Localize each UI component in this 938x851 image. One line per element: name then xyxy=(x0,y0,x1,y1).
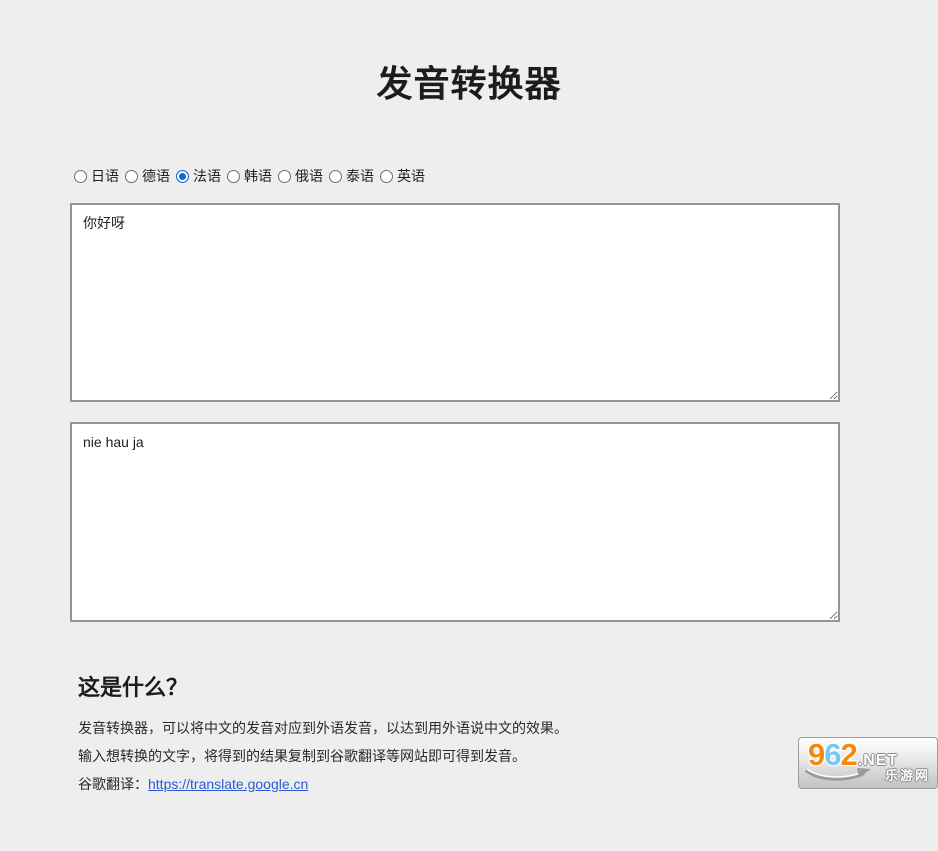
radio-label: 俄语 xyxy=(295,166,323,186)
radio-label: 韩语 xyxy=(244,166,272,186)
962net-watermark: 962 .NET 乐游网 xyxy=(798,737,938,789)
link-prefix: 谷歌翻译： xyxy=(78,776,148,792)
radio-option-english[interactable]: 英语 xyxy=(380,166,425,186)
watermark-site-label: 乐游网 xyxy=(885,765,930,784)
info-paragraph-2: 输入想转换的文字，将得到的结果复制到谷歌翻译等网站即可得到发音。 xyxy=(78,746,840,766)
google-translate-link[interactable]: https://translate.google.cn xyxy=(148,776,308,792)
radio-label: 日语 xyxy=(91,166,119,186)
radio-option-korean[interactable]: 韩语 xyxy=(227,166,272,186)
radio-option-french[interactable]: 法语 xyxy=(176,166,221,186)
info-paragraph-3: 谷歌翻译：https://translate.google.cn xyxy=(78,774,840,794)
radio-option-japanese[interactable]: 日语 xyxy=(74,166,119,186)
page-title: 发音转换器 xyxy=(0,62,938,106)
radio-icon[interactable] xyxy=(278,170,291,183)
radio-icon[interactable] xyxy=(74,170,87,183)
radio-label: 英语 xyxy=(397,166,425,186)
swoosh-arrow-icon xyxy=(804,767,872,782)
main-content: 日语 德语 法语 韩语 俄语 泰语 英语 你好呀 nie hau ja 这是什么 xyxy=(70,166,840,794)
radio-icon[interactable] xyxy=(329,170,342,183)
language-radio-group: 日语 德语 法语 韩语 俄语 泰语 英语 xyxy=(74,166,840,186)
result-text-output[interactable]: nie hau ja xyxy=(70,422,840,622)
source-text-input[interactable]: 你好呀 xyxy=(70,203,840,402)
watermark-bottom-row: 乐游网 xyxy=(804,765,930,784)
radio-label: 德语 xyxy=(142,166,170,186)
info-heading: 这是什么？ xyxy=(78,674,840,702)
info-paragraph-1: 发音转换器，可以将中文的发音对应到外语发音，以达到用外语说中文的效果。 xyxy=(78,718,840,738)
radio-label: 泰语 xyxy=(346,166,374,186)
radio-icon[interactable] xyxy=(227,170,240,183)
radio-option-german[interactable]: 德语 xyxy=(125,166,170,186)
info-section: 这是什么？ 发音转换器，可以将中文的发音对应到外语发音，以达到用外语说中文的效果… xyxy=(70,674,840,794)
radio-option-thai[interactable]: 泰语 xyxy=(329,166,374,186)
radio-icon[interactable] xyxy=(380,170,393,183)
radio-icon[interactable] xyxy=(125,170,138,183)
radio-label: 法语 xyxy=(193,166,221,186)
radio-option-russian[interactable]: 俄语 xyxy=(278,166,323,186)
radio-icon[interactable] xyxy=(176,170,189,183)
